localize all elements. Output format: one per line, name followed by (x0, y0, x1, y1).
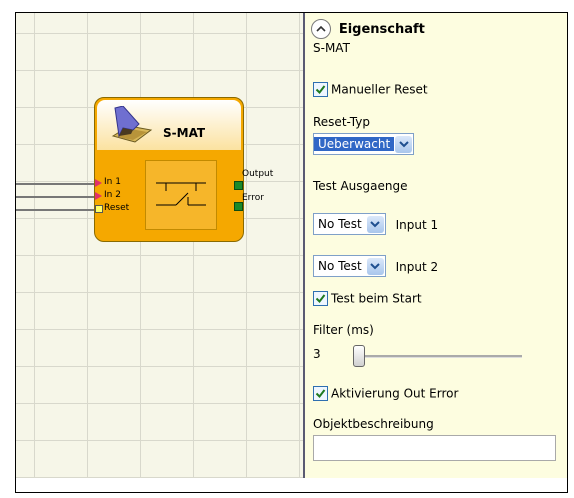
chevron-down-icon[interactable] (366, 215, 384, 233)
input2-row: No Test Input 2 (313, 255, 438, 277)
checkmark-icon[interactable] (313, 82, 328, 97)
description-label: Objektbeschreibung (313, 417, 434, 431)
test-outputs-label: Test Ausgaenge (313, 179, 408, 193)
input1-row: No Test Input 1 (313, 213, 438, 235)
error-label: Error (242, 193, 264, 203)
input2-test-select[interactable]: No Test (313, 255, 386, 277)
filter-label: Filter (ms) (313, 323, 374, 337)
test-on-start-checkbox[interactable]: Test beim Start (313, 291, 422, 306)
error-port[interactable] (234, 202, 243, 211)
input-arrow-icon (95, 179, 102, 187)
block-header: S-MAT (97, 100, 241, 150)
app-frame: S-MAT In 1 In 2 Reset Output Error Eigen… (15, 12, 568, 493)
reset-port-icon (95, 205, 103, 213)
input2-label: Input 2 (395, 259, 439, 274)
input-label-reset[interactable]: Reset (104, 203, 129, 213)
diagram-canvas[interactable]: S-MAT In 1 In 2 Reset Output Error (16, 13, 303, 478)
wire-in1 (16, 183, 102, 185)
wire-reset (16, 209, 102, 211)
reset-type-select[interactable]: Ueberwacht (313, 133, 415, 155)
bottom-strip (16, 478, 567, 492)
safety-mat-icon (109, 105, 155, 149)
filter-value: 3 (313, 347, 321, 361)
reset-type-label: Reset-Typ (313, 115, 370, 129)
input-label-1[interactable]: In 1 (104, 177, 121, 187)
activate-error-label: Aktivierung Out Error (331, 386, 459, 401)
input-label-2[interactable]: In 2 (104, 190, 121, 200)
input1-test-select[interactable]: No Test (313, 213, 386, 235)
input2-test-value: No Test (318, 259, 362, 273)
manual-reset-checkbox[interactable]: Manueller Reset (313, 82, 428, 97)
chevron-up-icon[interactable] (311, 19, 331, 39)
input-arrow-icon (95, 192, 102, 200)
input1-test-value: No Test (318, 217, 362, 231)
properties-header: Eigenschaft (311, 19, 425, 39)
block-title: S-MAT (163, 126, 206, 140)
output-label: Output (242, 169, 274, 179)
checkmark-icon[interactable] (313, 386, 328, 401)
contact-symbol (145, 160, 217, 230)
activate-error-checkbox[interactable]: Aktivierung Out Error (313, 386, 458, 401)
wire-in2 (16, 196, 102, 198)
panel-title: Eigenschaft (338, 21, 425, 37)
input1-label: Input 1 (395, 217, 439, 232)
test-on-start-label: Test beim Start (331, 291, 422, 306)
reset-type-value: Ueberwacht (314, 137, 395, 151)
chevron-down-icon[interactable] (366, 257, 384, 275)
filter-slider-track[interactable] (362, 355, 522, 358)
chevron-down-icon[interactable] (395, 135, 413, 153)
filter-slider-thumb[interactable] (353, 345, 365, 367)
output-port[interactable] (234, 181, 243, 190)
description-input[interactable] (313, 435, 556, 461)
smat-block[interactable]: S-MAT In 1 In 2 Reset Output Error (94, 97, 273, 242)
manual-reset-label: Manueller Reset (331, 82, 428, 97)
properties-panel: Eigenschaft S-MAT Manueller Reset Reset-… (305, 13, 567, 478)
checkmark-icon[interactable] (313, 291, 328, 306)
panel-subtitle: S-MAT (313, 41, 350, 55)
